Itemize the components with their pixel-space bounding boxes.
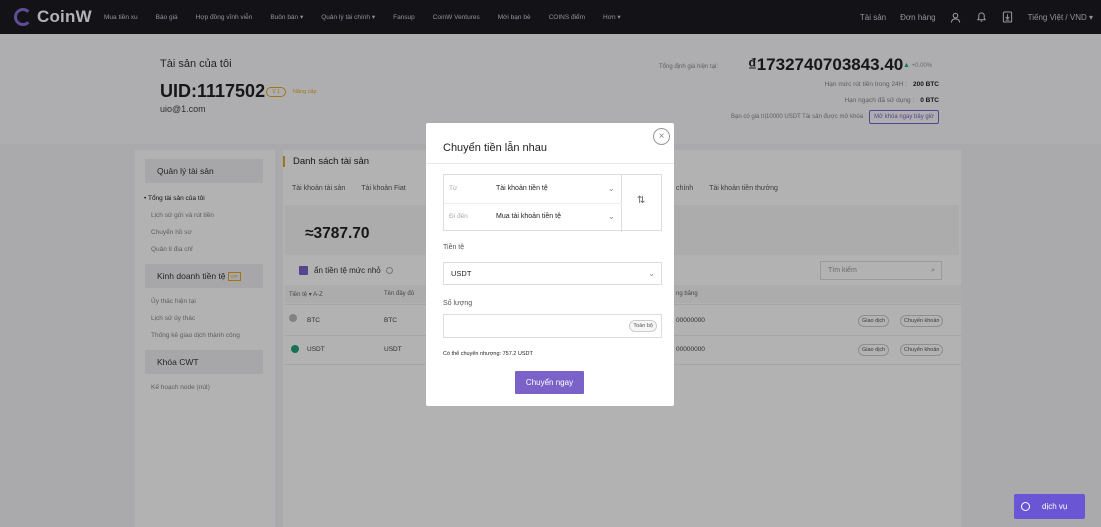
- modal-title: Chuyển tiền lẫn nhau: [443, 142, 547, 154]
- quantity-label: Số lượng: [443, 300, 473, 307]
- currency-label: Tiền tệ: [443, 244, 465, 251]
- modal-divider: [426, 163, 674, 164]
- available-amount: Có thể chuyển nhượng: 757.2 USDT: [443, 351, 533, 357]
- from-label: Từ: [449, 185, 458, 192]
- close-icon[interactable]: ×: [653, 128, 670, 145]
- transfer-accounts: Từ Tài khoản tiền tệ ⌄ Đi đến Mua tài kh…: [444, 175, 622, 232]
- all-amount-button[interactable]: Toàn bộ: [629, 320, 657, 332]
- quantity-input[interactable]: Toàn bộ: [443, 314, 662, 338]
- from-account-select[interactable]: Tài khoản tiền tệ: [496, 185, 548, 192]
- to-label: Đi đến: [449, 213, 468, 220]
- transfer-direction-box: Từ Tài khoản tiền tệ ⌄ Đi đến Mua tài kh…: [443, 174, 662, 232]
- chevron-down-icon[interactable]: ⌄: [608, 212, 615, 221]
- transfer-divider: [444, 203, 622, 204]
- to-account-select[interactable]: Mua tài khoản tiền tệ: [496, 213, 561, 220]
- swap-icon[interactable]: ⇅: [637, 195, 645, 206]
- transfer-modal: Chuyển tiền lẫn nhau × Từ Tài khoản tiền…: [426, 123, 674, 406]
- chevron-down-icon[interactable]: ⌄: [608, 184, 615, 193]
- chevron-down-icon[interactable]: ⌄: [648, 263, 655, 284]
- customer-service-button[interactable]: dịch vụ: [1014, 494, 1085, 519]
- transfer-now-button[interactable]: Chuyển ngay: [515, 371, 584, 394]
- currency-selected-value: USDT: [451, 269, 472, 278]
- chat-icon: [1021, 502, 1030, 511]
- chat-label: dịch vụ: [1042, 502, 1068, 511]
- currency-select[interactable]: USDT ⌄: [443, 262, 662, 285]
